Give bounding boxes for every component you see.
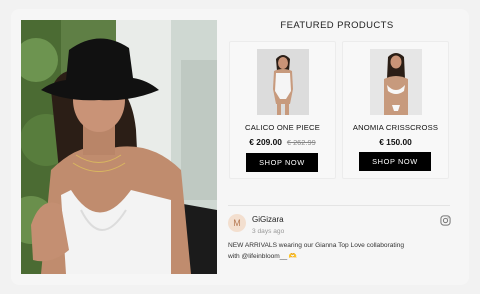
post-timestamp: 3 days ago	[252, 228, 285, 235]
product-old-price: € 262.99	[286, 138, 316, 147]
product-price: € 150.00	[379, 137, 412, 147]
product-price: € 209.00	[249, 137, 282, 147]
shop-now-button[interactable]: SHOP NOW	[246, 153, 318, 172]
hero-photo[interactable]	[21, 20, 217, 274]
post-username[interactable]: GiGizara	[252, 215, 284, 224]
product-card[interactable]: ANOMIA CRISSCROSS € 150.00 SHOP NOW	[342, 41, 449, 179]
caption-line: with @lifeinbloom__ 🫶	[228, 253, 298, 260]
shop-now-button[interactable]: SHOP NOW	[359, 152, 431, 171]
section-title: FEATURED PRODUCTS	[280, 20, 394, 31]
divider	[228, 205, 450, 206]
product-price-row: € 209.00 € 262.99	[230, 137, 335, 147]
product-name: ANOMIA CRISSCROSS	[352, 123, 439, 132]
product-card[interactable]: CALICO ONE PIECE € 209.00 € 262.99 SHOP N…	[229, 41, 336, 179]
product-image[interactable]	[370, 49, 422, 115]
avatar[interactable]: M	[228, 214, 246, 232]
product-image[interactable]	[257, 49, 309, 115]
post-caption: NEW ARRIVALS wearing our Gianna Top Love…	[228, 240, 450, 262]
product-name: CALICO ONE PIECE	[245, 123, 320, 132]
caption-line: NEW ARRIVALS wearing our Gianna Top Love…	[228, 242, 405, 249]
instagram-icon[interactable]	[440, 215, 451, 226]
product-price-row: € 150.00	[343, 137, 448, 147]
